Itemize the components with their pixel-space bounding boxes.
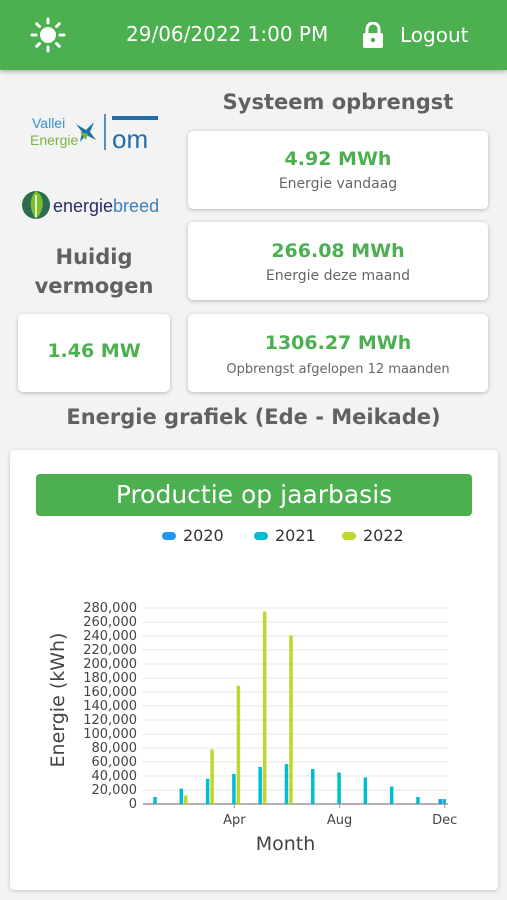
x-tick-label: Aug [327,813,352,828]
opbrengst-12-maanden-value: 1306.27 MWh [264,332,412,354]
opbrengst-12-maanden-card: 1306.27 MWh Opbrengst afgelopen 12 maand… [188,314,488,392]
energie-vandaag-card: 4.92 MWh Energie vandaag [188,131,488,209]
chart-card: Productie op jaarbasis 0 20,000 40,000 60,0… [10,450,498,890]
vallei-energie-logo: Vallei Energie om [30,114,158,154]
y-tick-label: 0 [129,797,137,812]
bar-2021-Mar [205,778,210,804]
opbrengst-12-maanden-label: Opbrengst afgelopen 12 maanden [226,362,450,377]
y-tick-label: 100,000 [83,727,137,742]
bar-2021-Jun [284,764,289,804]
y-tick-label: 60,000 [92,755,138,770]
huidig-vermogen-title: Huidig vermogen [34,245,154,298]
y-axis-title: Energie (kWh) [47,633,69,768]
svg-text:Vallei: Vallei [32,115,65,131]
y-tick-label: 40,000 [92,769,138,784]
energie-maand-value: 266.08 MWh [271,240,405,262]
logout-label: Logout [400,23,469,47]
bar-2021-Apr [232,773,236,804]
y-tick-label: 120,000 [83,713,137,728]
legend-label-2021: 2021 [275,526,316,545]
energiebreed-logo: energiebreed [22,191,159,219]
energie-vandaag-value: 4.92 MWh [284,148,392,170]
y-tick-label: 180,000 [83,671,137,686]
datetime: 29/06/2022 1:00 PM [126,22,329,46]
legend-label-2020: 2020 [183,526,224,545]
bar-2021-Aug [337,772,341,804]
bar-2021-Nov [416,797,420,804]
legend-swatch-2022 [342,532,356,540]
x-axis-title: Month [256,833,316,855]
x-tick-label: Apr [223,813,246,828]
bar-2021-Oct [389,786,394,804]
energie-maand-card: 266.08 MWh Energie deze maand [188,222,488,300]
y-tick-label: 20,000 [92,783,138,798]
y-tick-label: 200,000 [83,657,137,672]
y-tick-label: 220,000 [83,643,137,658]
huidig-vermogen-value: 1.46 MW [47,340,141,362]
bar-2021-Dec [442,799,446,804]
svg-text:energiebreed: energiebreed [53,196,159,216]
logout-button[interactable]: Logout [362,20,468,50]
legend-swatch-2020 [162,532,176,540]
systeem-opbrengst-title: Systeem opbrengst [222,90,454,114]
bar-2022-Jun [289,635,293,804]
y-tick-label: 280,000 [83,601,137,616]
y-tick-label: 80,000 [92,741,138,756]
bar-2021-Jan [153,797,157,804]
huidig-vermogen-card: 1.46 MW [18,314,170,392]
production-chart: 020,00040,00060,00080,000100,000120,0001… [47,526,457,855]
svg-text:Energie: Energie [30,132,78,148]
top-bar: 29/06/2022 1:00 PM Logout [0,0,507,70]
svg-text:om: om [112,124,148,154]
bar-2022-Apr [236,685,241,804]
energie-vandaag-label: Energie vandaag [278,176,398,192]
bar-2021-Sep [363,777,368,804]
legend-label-2022: 2022 [363,526,404,545]
legend-swatch-2021 [254,532,268,540]
energie-grafiek-title: Energie grafiek (Ede - Meikade) [66,405,441,429]
energie-maand-label: Energie deze maand [265,268,411,284]
bar-2021-Feb [179,788,184,804]
bar-2020-Dec [438,799,442,804]
x-tick-label: Dec [432,813,457,828]
bar-2021-Jul [311,769,315,804]
bar-2022-Mar [210,749,214,804]
y-tick-label: 140,000 [83,699,137,714]
y-tick-label: 240,000 [83,629,137,644]
bar-2021-May [258,766,262,804]
sun-icon[interactable] [30,17,66,53]
bar-2022-Feb [184,795,188,804]
y-tick-label: 160,000 [83,685,137,700]
y-tick-label: 260,000 [83,615,137,630]
bar-2022-May [262,611,267,804]
lock-icon [363,22,383,48]
